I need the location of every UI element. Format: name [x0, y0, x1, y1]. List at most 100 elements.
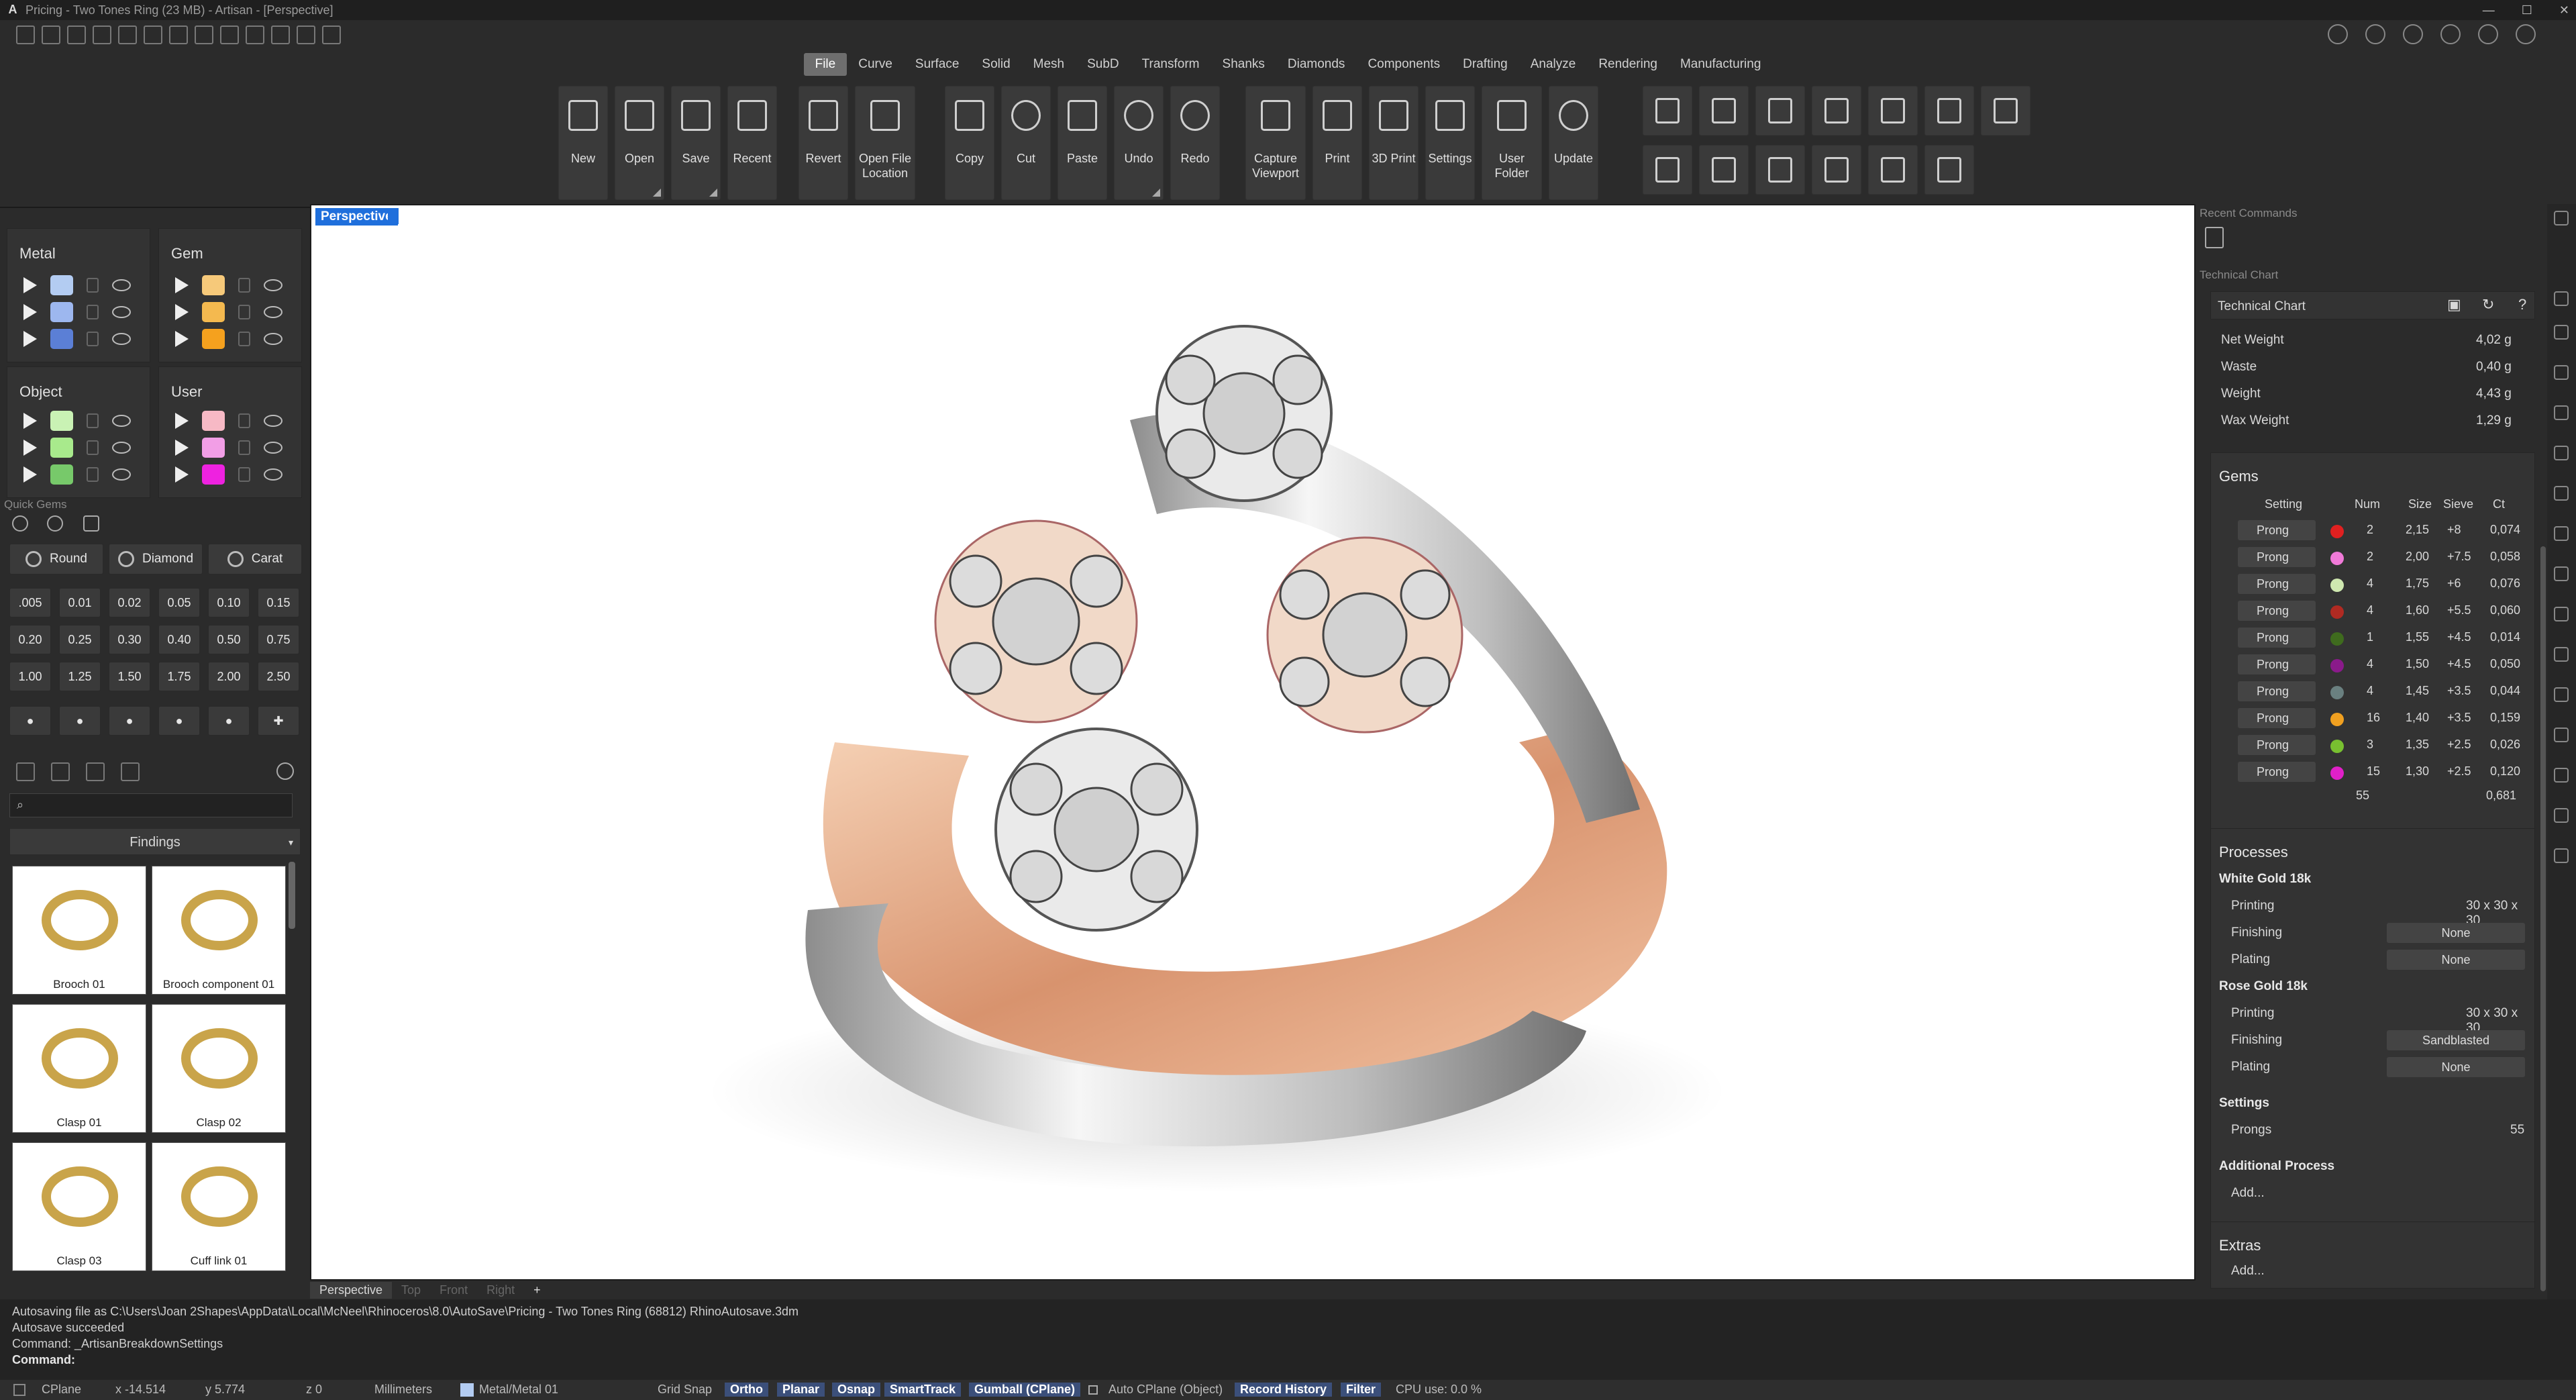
paste-button[interactable]: Paste	[1058, 86, 1107, 200]
findings-folder-icon[interactable]	[16, 762, 35, 781]
layer-row[interactable]	[23, 409, 131, 433]
save-as-icon[interactable]	[195, 26, 213, 44]
layer-row[interactable]	[23, 327, 131, 351]
eye-icon[interactable]	[112, 306, 131, 318]
tree-doc-icon[interactable]	[1924, 145, 1974, 195]
gem-tool-icon[interactable]	[47, 515, 63, 532]
layer-row[interactable]	[23, 462, 131, 487]
gem-info-icon[interactable]	[2554, 647, 2569, 662]
notes-icon[interactable]	[2554, 607, 2569, 621]
gem-size-button[interactable]: 0.15	[258, 588, 299, 617]
perspective-viewport[interactable]: Perspective	[310, 204, 2196, 1281]
environment-icon[interactable]	[2554, 486, 2569, 501]
lock-icon[interactable]	[238, 332, 250, 346]
undo-icon[interactable]	[118, 26, 137, 44]
findings-refresh-icon[interactable]	[276, 762, 294, 780]
doc-tool-icon[interactable]	[1643, 86, 1692, 136]
close-icon[interactable]: ✕	[2559, 0, 2569, 20]
render-icon[interactable]	[2554, 405, 2569, 420]
tag-doc-icon[interactable]	[1699, 145, 1749, 195]
findings-grid-icon[interactable]	[121, 762, 140, 781]
setting-select[interactable]: Prong	[2238, 520, 2316, 540]
gem-shape-icon[interactable]: ●	[109, 706, 150, 736]
display-icon[interactable]	[2554, 365, 2569, 380]
layer-color[interactable]	[202, 329, 225, 349]
gem-settings-icon[interactable]	[12, 515, 28, 532]
gem-report-icon[interactable]	[1699, 86, 1749, 136]
panel-settings-icon[interactable]	[2554, 211, 2569, 226]
recent-command-icon[interactable]	[2205, 227, 2224, 248]
open-icon[interactable]	[67, 26, 86, 44]
3d-print-button[interactable]: 3D Print	[1369, 86, 1419, 200]
minimize-icon[interactable]: —	[2483, 0, 2495, 20]
menu-tab-analyze[interactable]: Analyze	[1519, 53, 1588, 76]
findings-category-select[interactable]: Findings ▾	[9, 828, 301, 855]
smarttrack-toggle[interactable]: SmartTrack	[884, 1383, 962, 1397]
save-button[interactable]: Save	[671, 86, 721, 200]
maximize-icon[interactable]: ☐	[2522, 0, 2532, 20]
open-button[interactable]: Open	[615, 86, 664, 200]
list-report-icon[interactable]	[1924, 86, 1974, 136]
edit-report-icon[interactable]	[1868, 86, 1918, 136]
lock-icon[interactable]	[87, 278, 99, 293]
layer-color[interactable]	[202, 302, 225, 322]
wg-plating-select[interactable]: None	[2387, 950, 2525, 970]
add-extra-link[interactable]: Add...	[2231, 1264, 2265, 1279]
layer-color[interactable]	[202, 275, 225, 295]
gem-size-button[interactable]: 0.05	[158, 588, 200, 617]
chart-icon[interactable]	[2554, 687, 2569, 702]
layer-row[interactable]	[175, 436, 282, 460]
dollar-icon[interactable]	[2554, 768, 2569, 783]
play-icon[interactable]	[23, 304, 37, 320]
gem-shape-icon[interactable]: ●	[208, 706, 250, 736]
gem-size-button[interactable]: 2.50	[258, 662, 299, 691]
gem-size-button[interactable]: 1.00	[9, 662, 51, 691]
finding-item[interactable]: Cuff link 01	[152, 1142, 286, 1271]
gem-size-button[interactable]: 1.50	[109, 662, 150, 691]
eye-icon[interactable]	[112, 468, 131, 481]
gem-wand-icon[interactable]	[83, 515, 99, 532]
material-button[interactable]: Diamond	[109, 544, 203, 574]
gem-size-button[interactable]: 1.75	[158, 662, 200, 691]
viewport-tab-right[interactable]: Right	[477, 1282, 524, 1299]
open-file-location-button[interactable]: Open File Location	[855, 86, 915, 200]
menu-tab-solid[interactable]: Solid	[970, 53, 1021, 76]
play-icon[interactable]	[175, 440, 189, 456]
menu-tab-curve[interactable]: Curve	[847, 53, 904, 76]
gem-size-button[interactable]: 0.25	[59, 625, 101, 654]
refresh-icon[interactable]: ↻	[2482, 296, 2494, 313]
materials-icon[interactable]	[2554, 446, 2569, 460]
findings-scrollbar[interactable]	[289, 862, 295, 929]
finding-item[interactable]: Clasp 01	[12, 1004, 146, 1133]
cplane-checkbox[interactable]	[13, 1384, 25, 1396]
filter-toggle[interactable]: Filter	[1341, 1383, 1382, 1397]
menu-tab-drafting[interactable]: Drafting	[1451, 53, 1519, 76]
layer-row[interactable]	[175, 462, 282, 487]
print-button[interactable]: Print	[1312, 86, 1362, 200]
eye-icon[interactable]	[264, 415, 282, 427]
menu-tab-surface[interactable]: Surface	[904, 53, 970, 76]
lock-icon[interactable]	[238, 440, 250, 455]
layer-row[interactable]	[175, 409, 282, 433]
gumball-toggle[interactable]: Gumball (CPlane)	[969, 1383, 1081, 1397]
eye-icon[interactable]	[264, 279, 282, 291]
gem-size-button[interactable]: 0.02	[109, 588, 150, 617]
setting-select[interactable]: Prong	[2238, 762, 2316, 782]
lock-icon[interactable]	[87, 305, 99, 319]
layer-row[interactable]	[175, 273, 282, 297]
gem-shape-icon[interactable]: ●	[59, 706, 101, 736]
play-icon[interactable]	[23, 277, 37, 293]
gem-size-button[interactable]: 0.20	[9, 625, 51, 654]
help-icon[interactable]	[2478, 24, 2498, 44]
menu-tab-rendering[interactable]: Rendering	[1587, 53, 1669, 76]
eye-icon[interactable]	[264, 468, 282, 481]
setting-select[interactable]: Prong	[2238, 708, 2316, 728]
undo-button[interactable]: Undo	[1114, 86, 1164, 200]
layer-row[interactable]	[23, 273, 131, 297]
gem-size-button[interactable]: 2.00	[208, 662, 250, 691]
update-button[interactable]: Update	[1549, 86, 1598, 200]
play-icon[interactable]	[23, 413, 37, 429]
menu-tab-subd[interactable]: SubD	[1076, 53, 1131, 76]
cut-button[interactable]: Cut	[1001, 86, 1051, 200]
gem-shape-icon[interactable]: ●	[158, 706, 200, 736]
